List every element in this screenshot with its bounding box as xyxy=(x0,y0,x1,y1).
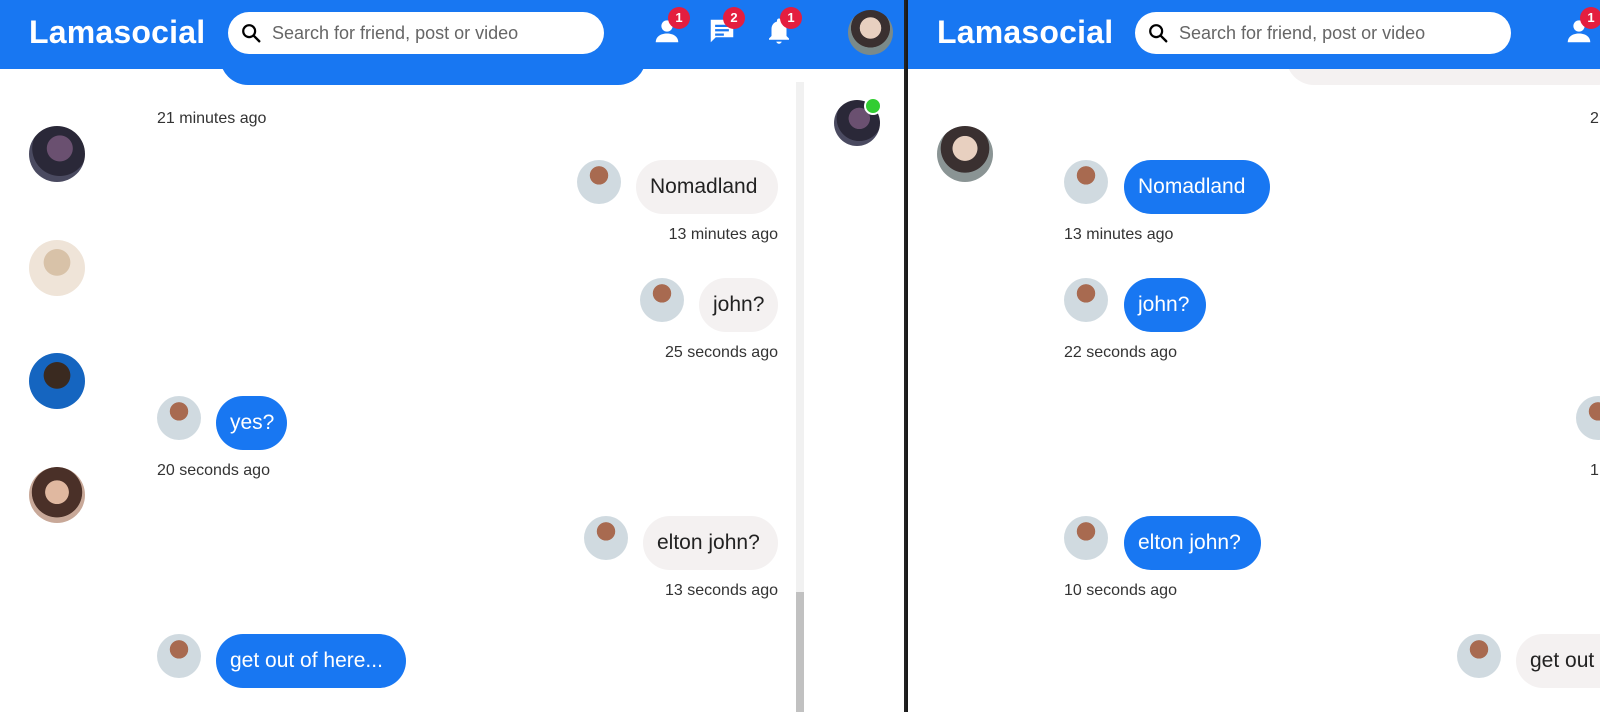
message-avatar xyxy=(584,516,628,560)
message-timestamp: 13 seconds ago xyxy=(665,582,778,599)
friend-avatar[interactable] xyxy=(937,126,993,182)
message-bubble-other: Nomadland xyxy=(1124,160,1270,214)
online-indicator xyxy=(864,97,882,115)
message-bubble-other: get out of here... xyxy=(216,634,406,688)
chat-box[interactable]: 2 Nomadland 13 minutes ago john? 22 seco… xyxy=(908,69,1600,712)
left-browser-window: Lamasocial 1 2 1 21 minutes ago Nomadl xyxy=(0,0,906,712)
message-bubble-other: john? xyxy=(1124,278,1206,332)
message-avatar xyxy=(1457,634,1501,678)
friend-requests-badge: 1 xyxy=(1580,7,1600,29)
friend-requests-button[interactable]: 1 xyxy=(652,7,690,50)
message-timestamp: 13 minutes ago xyxy=(1064,226,1174,243)
message-avatar xyxy=(1576,396,1600,440)
chat-menu-friends xyxy=(0,69,112,712)
search-input[interactable] xyxy=(1177,21,1491,45)
friend-avatar[interactable] xyxy=(29,467,85,523)
message-bubble-own: Nomadland xyxy=(636,160,778,214)
user-profile-avatar[interactable] xyxy=(848,10,893,55)
message-avatar xyxy=(157,634,201,678)
message-timestamp: 25 seconds ago xyxy=(665,344,778,361)
friend-requests-button[interactable]: 1 xyxy=(1564,7,1600,50)
search-icon xyxy=(242,24,261,43)
message-avatar xyxy=(577,160,621,204)
topbar: Lamasocial 1 2 1 xyxy=(0,0,904,69)
message-avatar xyxy=(157,396,201,440)
search-input[interactable] xyxy=(270,21,584,45)
friend-avatar[interactable] xyxy=(29,353,85,409)
message-bubble-own: elton john? xyxy=(643,516,778,570)
message-bubble-own: get out xyxy=(1516,634,1600,688)
message-timestamp: 20 seconds ago xyxy=(157,462,270,479)
chat-box[interactable]: 21 minutes ago Nomadland 13 minutes ago … xyxy=(112,69,796,712)
friend-avatar[interactable] xyxy=(29,126,85,182)
notifications-button[interactable]: 1 xyxy=(764,7,802,50)
message-timestamp: 22 seconds ago xyxy=(1064,344,1177,361)
message-bubble-own: john? xyxy=(699,278,778,332)
chat-online-list xyxy=(806,69,904,712)
chat-scrollbar-thumb[interactable] xyxy=(796,592,804,712)
message-timestamp: 2 xyxy=(1590,110,1599,127)
brand-logo[interactable]: Lamasocial xyxy=(29,14,205,51)
message-timestamp: 13 minutes ago xyxy=(668,226,778,243)
message-avatar xyxy=(1064,516,1108,560)
message-avatar xyxy=(1064,160,1108,204)
messages-button[interactable]: 2 xyxy=(707,7,745,50)
messages-badge: 2 xyxy=(723,7,745,29)
chat-scrollbar[interactable] xyxy=(796,82,804,712)
right-browser-window: Lamasocial 1 2 Nomadland 13 minutes ago … xyxy=(908,0,1600,712)
message-timestamp: 21 minutes ago xyxy=(157,110,267,127)
message-bubble-other: yes? xyxy=(216,396,287,450)
message-bubble-partial xyxy=(220,69,646,85)
search-icon xyxy=(1149,24,1168,43)
message-avatar xyxy=(1064,278,1108,322)
brand-logo[interactable]: Lamasocial xyxy=(937,14,1113,51)
message-avatar xyxy=(640,278,684,322)
friend-requests-badge: 1 xyxy=(668,7,690,29)
friend-avatar[interactable] xyxy=(29,240,85,296)
message-timestamp: 1 xyxy=(1590,462,1599,479)
message-bubble-partial xyxy=(1286,69,1600,85)
message-timestamp: 10 seconds ago xyxy=(1064,582,1177,599)
topbar: Lamasocial 1 xyxy=(908,0,1600,69)
notifications-badge: 1 xyxy=(780,7,802,29)
search-bar[interactable] xyxy=(228,12,604,54)
message-bubble-other: elton john? xyxy=(1124,516,1261,570)
search-bar[interactable] xyxy=(1135,12,1511,54)
